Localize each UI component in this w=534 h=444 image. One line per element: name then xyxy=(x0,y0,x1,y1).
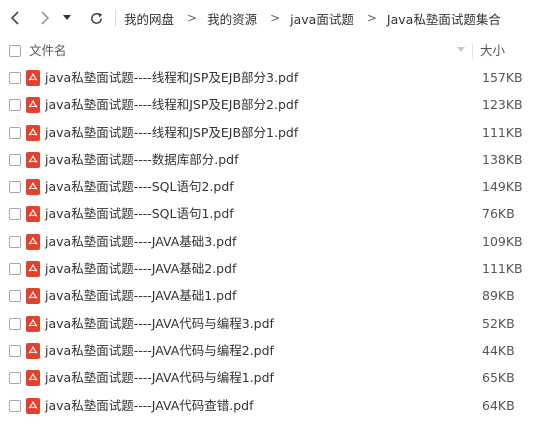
file-checkbox[interactable] xyxy=(9,235,21,248)
chevron-right-icon xyxy=(41,11,50,25)
breadcrumb-item-current-folder[interactable]: Java私塾面试题集合 xyxy=(387,9,501,28)
file-checkbox[interactable] xyxy=(9,181,21,194)
file-size: 65KB xyxy=(482,370,515,386)
file-size: 157KB xyxy=(482,70,523,85)
file-size: 44KB xyxy=(482,342,515,358)
file-checkbox[interactable] xyxy=(9,72,21,84)
file-row[interactable]: java私塾面试题----JAVA代码与编程1.pdf 65KB xyxy=(0,364,534,391)
column-header-name[interactable]: 文件名 xyxy=(29,36,67,66)
history-dropdown-button[interactable] xyxy=(60,6,74,30)
select-all-checkbox[interactable] xyxy=(9,45,21,57)
breadcrumb-item-java-interview[interactable]: java面试题 xyxy=(290,9,354,28)
breadcrumb-item-my-resources[interactable]: 我的资源 xyxy=(207,9,257,28)
file-name[interactable]: java私塾面试题----JAVA基础2.pdf xyxy=(45,255,236,282)
file-checkbox[interactable] xyxy=(9,153,21,166)
pdf-file-icon xyxy=(26,206,40,223)
breadcrumb-item-my-drive[interactable]: 我的网盘 xyxy=(124,9,174,28)
breadcrumb-separator-icon: > xyxy=(270,11,281,25)
pdf-file-icon xyxy=(26,151,40,168)
pdf-file-icon xyxy=(26,124,40,141)
file-size: 138KB xyxy=(482,151,523,167)
pdf-file-icon xyxy=(26,370,40,387)
sort-arrow-icon[interactable] xyxy=(457,47,465,52)
file-size: 64KB xyxy=(482,397,515,413)
file-checkbox[interactable] xyxy=(9,290,21,303)
file-name[interactable]: java私塾面试题----JAVA代码查错.pdf xyxy=(45,392,254,419)
back-button[interactable] xyxy=(6,6,24,30)
file-size: 76KB xyxy=(482,206,515,222)
file-name[interactable]: java私塾面试题----JAVA基础1.pdf xyxy=(45,282,236,309)
file-row[interactable]: java私塾面试题----JAVA基础1.pdf 89KB xyxy=(0,282,534,309)
column-divider[interactable] xyxy=(472,43,473,59)
file-size: 111KB xyxy=(482,261,523,277)
file-row[interactable]: java私塾面试题----JAVA基础3.pdf 109KB xyxy=(0,228,534,255)
column-header-size[interactable]: 大小 xyxy=(480,36,505,66)
file-size: 111KB xyxy=(482,124,523,140)
file-row[interactable]: java私塾面试题----线程和JSP及EJB部分3.pdf 157KB xyxy=(0,64,534,91)
pdf-file-icon xyxy=(26,315,40,332)
file-size: 89KB xyxy=(482,288,515,304)
file-size: 52KB xyxy=(482,315,515,331)
toolbar: 我的网盘 > 我的资源 > java面试题 > Java私塾面试题集合 xyxy=(0,0,534,36)
refresh-icon xyxy=(90,12,102,24)
file-name[interactable]: java私塾面试题----SQL语句1.pdf xyxy=(45,200,234,227)
file-name[interactable]: java私塾面试题----数据库部分.pdf xyxy=(45,146,238,173)
file-row[interactable]: java私塾面试题----SQL语句1.pdf 76KB xyxy=(0,200,534,227)
pdf-file-icon xyxy=(26,288,40,305)
chevron-left-icon xyxy=(10,11,19,25)
file-list-header: 文件名 大小 xyxy=(0,36,534,66)
file-checkbox[interactable] xyxy=(9,126,21,139)
breadcrumb-separator-icon: > xyxy=(187,11,198,25)
file-row[interactable]: java私塾面试题----数据库部分.pdf 138KB xyxy=(0,146,534,173)
file-name[interactable]: java私塾面试题----JAVA代码与编程1.pdf xyxy=(45,364,274,391)
pdf-file-icon xyxy=(26,397,40,414)
pdf-file-icon xyxy=(26,261,40,278)
file-row[interactable]: java私塾面试题----JAVA基础2.pdf 111KB xyxy=(0,255,534,282)
breadcrumb-separator-icon: > xyxy=(366,11,377,25)
file-name[interactable]: java私塾面试题----线程和JSP及EJB部分3.pdf xyxy=(45,64,298,91)
file-checkbox[interactable] xyxy=(9,99,21,112)
file-name[interactable]: java私塾面试题----线程和JSP及EJB部分2.pdf xyxy=(45,91,298,118)
file-checkbox[interactable] xyxy=(9,208,21,221)
file-size: 149KB xyxy=(482,179,523,195)
file-name[interactable]: java私塾面试题----JAVA代码与编程3.pdf xyxy=(45,310,274,337)
file-checkbox[interactable] xyxy=(9,399,21,412)
file-name[interactable]: java私塾面试题----JAVA基础3.pdf xyxy=(45,228,236,255)
pdf-file-icon xyxy=(26,70,40,86)
file-row[interactable]: java私塾面试题----线程和JSP及EJB部分2.pdf 123KB xyxy=(0,91,534,118)
file-name[interactable]: java私塾面试题----SQL语句2.pdf xyxy=(45,173,234,200)
file-row[interactable]: java私塾面试题----JAVA代码与编程2.pdf 44KB xyxy=(0,337,534,364)
pdf-file-icon xyxy=(26,97,40,114)
file-size: 123KB xyxy=(482,97,523,113)
file-row[interactable]: java私塾面试题----SQL语句2.pdf 149KB xyxy=(0,173,534,200)
file-list: java私塾面试题----线程和JSP及EJB部分3.pdf 157KB java私… xyxy=(0,64,534,419)
file-row[interactable]: java私塾面试题----线程和JSP及EJB部分1.pdf 111KB xyxy=(0,119,534,146)
caret-down-icon xyxy=(63,15,71,20)
forward-button[interactable] xyxy=(36,6,54,30)
pdf-file-icon xyxy=(26,179,40,196)
refresh-button[interactable] xyxy=(86,6,106,30)
file-name[interactable]: java私塾面试题----线程和JSP及EJB部分1.pdf xyxy=(45,119,298,146)
pdf-file-icon xyxy=(26,342,40,359)
file-checkbox[interactable] xyxy=(9,372,21,385)
file-name[interactable]: java私塾面试题----JAVA代码与编程2.pdf xyxy=(45,337,274,364)
file-checkbox[interactable] xyxy=(9,263,21,276)
file-checkbox[interactable] xyxy=(9,344,21,357)
file-row[interactable]: java私塾面试题----JAVA代码查错.pdf 64KB xyxy=(0,392,534,419)
file-size: 109KB xyxy=(482,233,523,249)
toolbar-separator xyxy=(115,9,116,27)
file-checkbox[interactable] xyxy=(9,317,21,330)
breadcrumb: 我的网盘 > 我的资源 > java面试题 > Java私塾面试题集合 xyxy=(124,0,501,36)
pdf-file-icon xyxy=(26,233,40,250)
file-row[interactable]: java私塾面试题----JAVA代码与编程3.pdf 52KB xyxy=(0,310,534,337)
